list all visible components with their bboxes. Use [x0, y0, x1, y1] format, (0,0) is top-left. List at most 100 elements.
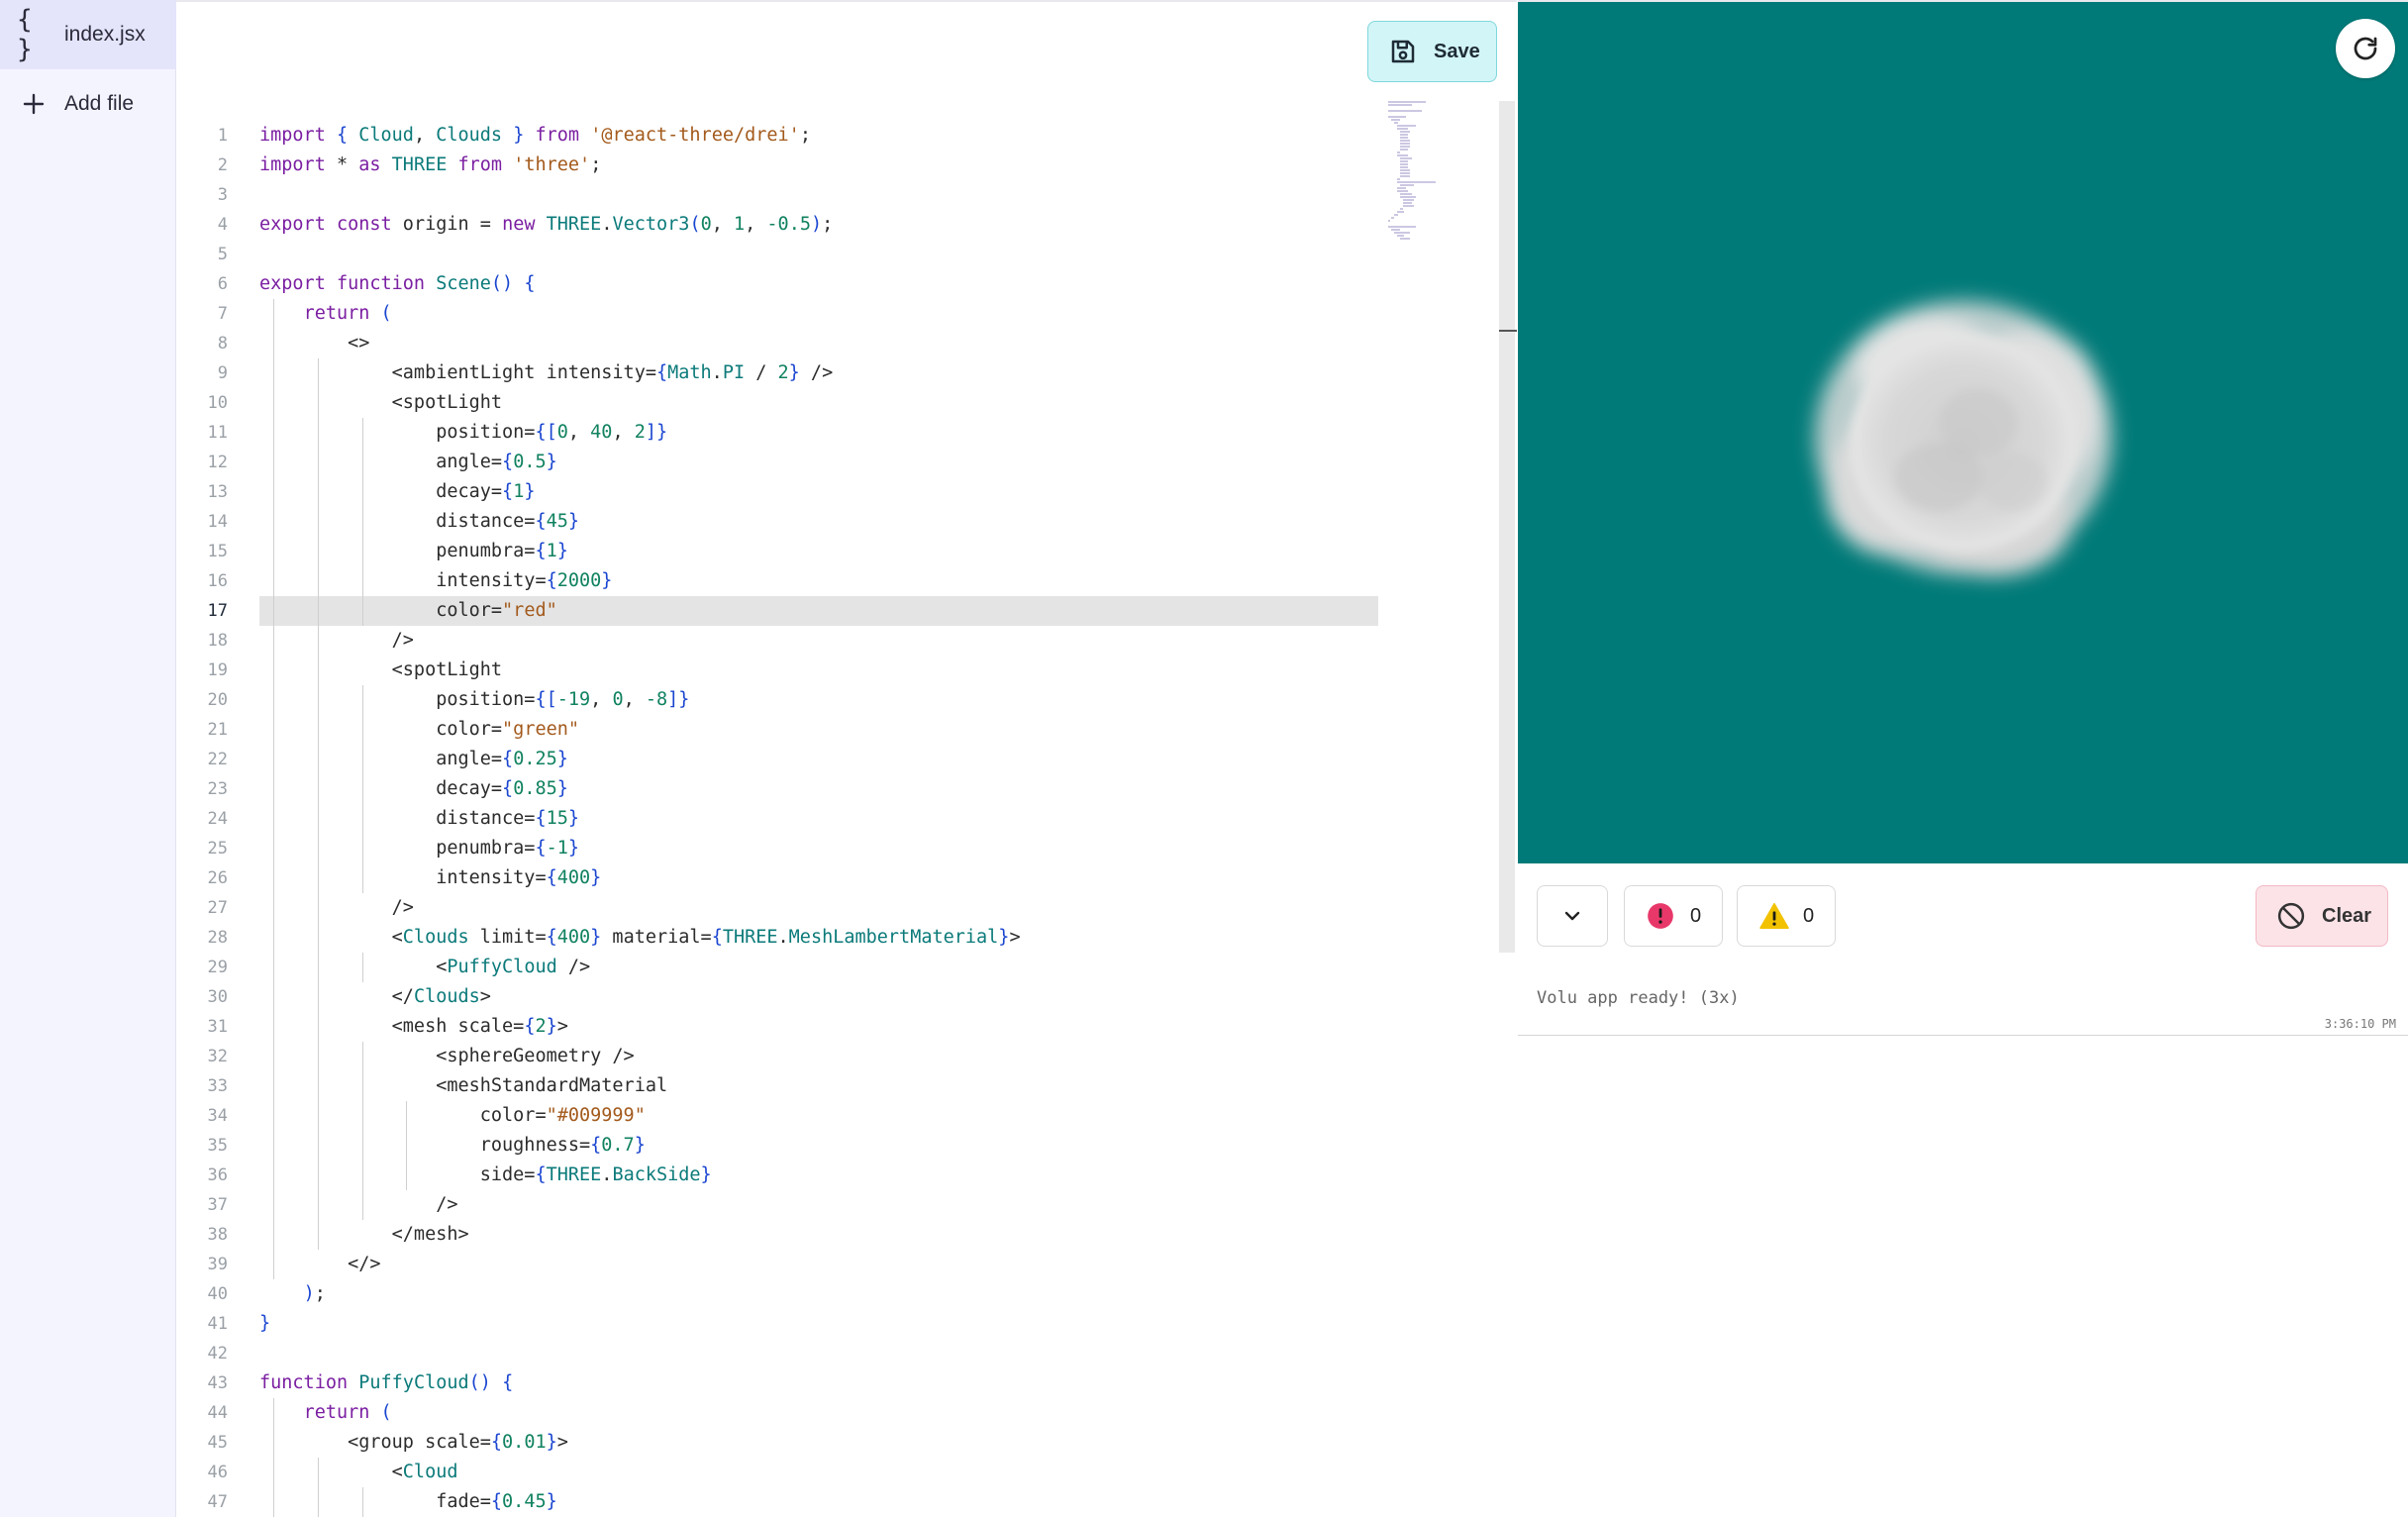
scene-preview[interactable]	[1518, 0, 2408, 863]
line-number: 11	[207, 423, 228, 443]
code-line[interactable]: 11 position={[0, 40, 2]}	[176, 418, 1380, 448]
line-code: intensity={400}	[259, 863, 601, 893]
code-token: penumbra=	[259, 838, 536, 859]
editor-scrollbar[interactable]	[1499, 101, 1515, 953]
code-token: angle=	[259, 452, 503, 472]
code-token: </>	[259, 1254, 381, 1274]
code-line[interactable]: 6 export function Scene() {	[176, 269, 1380, 299]
code-line[interactable]: 40 );	[176, 1279, 1380, 1309]
code-line[interactable]: 13 decay={1}	[176, 477, 1380, 507]
code-line[interactable]: 7 return (	[176, 299, 1380, 329]
code-line[interactable]: 35 roughness={0.7}	[176, 1131, 1380, 1161]
code-line[interactable]: 18 />	[176, 626, 1380, 656]
code-token: }	[546, 1432, 557, 1453]
add-file-button[interactable]: Add file	[0, 69, 176, 139]
code-line[interactable]: 9 <ambientLight intensity={Math.PI / 2} …	[176, 358, 1380, 388]
code-line[interactable]: 45 <group scale={0.01}>	[176, 1428, 1380, 1458]
code-line[interactable]: 26 intensity={400}	[176, 863, 1380, 893]
code-line[interactable]: 32 <sphereGeometry />	[176, 1042, 1380, 1071]
code-token: )	[810, 214, 823, 235]
code-line[interactable]: 10 <spotLight	[176, 388, 1380, 418]
code-line[interactable]: 41}	[176, 1309, 1380, 1339]
code-token: .	[711, 362, 723, 383]
collapse-console-button[interactable]	[1537, 885, 1608, 947]
code-line[interactable]: 3	[176, 180, 1380, 210]
refresh-button[interactable]	[2336, 19, 2395, 78]
code-line[interactable]: 39 </>	[176, 1250, 1380, 1279]
code-line[interactable]: 27 />	[176, 893, 1380, 923]
code-token: side=	[259, 1164, 536, 1185]
code-token: distance=	[259, 511, 536, 532]
code-line[interactable]: 12 angle={0.5}	[176, 448, 1380, 477]
code-line[interactable]: 38 </mesh>	[176, 1220, 1380, 1250]
error-icon	[1648, 903, 1673, 929]
code-line[interactable]: 44 return (	[176, 1398, 1380, 1428]
code-line[interactable]: 28 <Clouds limit={400} material={THREE.M…	[176, 923, 1380, 953]
code-line[interactable]: 33 <meshStandardMaterial	[176, 1071, 1380, 1101]
code-token: 2000	[556, 570, 602, 591]
code-lines[interactable]: 1 import { Cloud, Clouds } from '@react-t…	[176, 121, 1380, 1517]
code-line[interactable]: 20 position={[-19, 0, -8]}	[176, 685, 1380, 715]
code-token: 0	[700, 214, 712, 235]
code-line[interactable]: 24 distance={15}	[176, 804, 1380, 834]
line-number: 7	[217, 304, 228, 324]
line-code: return (	[259, 1398, 392, 1428]
code-token: <	[259, 957, 448, 977]
line-code: export const origin = new THREE.Vector3(…	[259, 210, 833, 240]
file-item-index-jsx[interactable]: { } index.jsx	[0, 0, 176, 69]
code-minimap[interactable]	[1386, 99, 1442, 248]
code-token: intensity=	[259, 867, 547, 888]
code-token: (	[689, 214, 701, 235]
warnings-filter-button[interactable]: 0	[1737, 885, 1836, 947]
code-token: PuffyCloud	[447, 957, 557, 977]
code-line[interactable]: 1 import { Cloud, Clouds } from '@react-t…	[176, 121, 1380, 151]
errors-filter-button[interactable]: 0	[1624, 885, 1723, 947]
code-line[interactable]: 22 angle={0.25}	[176, 745, 1380, 774]
code-line[interactable]: 36 side={THREE.BackSide}	[176, 1161, 1380, 1190]
code-token: ,	[413, 125, 437, 146]
line-code: <spotLight	[259, 656, 502, 685]
code-line[interactable]: 8 <>	[176, 329, 1380, 358]
code-token: 'three'	[513, 154, 591, 175]
code-line[interactable]: 31 <mesh scale={2}>	[176, 1012, 1380, 1042]
code-line[interactable]: 19 <spotLight	[176, 656, 1380, 685]
code-token: </mesh>	[259, 1224, 469, 1245]
code-token: 0	[556, 422, 568, 443]
code-line[interactable]: 2 import * as THREE from 'three';	[176, 151, 1380, 180]
code-line[interactable]: 30 </Clouds>	[176, 982, 1380, 1012]
line-code: <meshStandardMaterial	[259, 1071, 667, 1101]
clear-console-button[interactable]: Clear	[2256, 885, 2388, 947]
code-line[interactable]: 47 fade={0.45}	[176, 1487, 1380, 1517]
code-line[interactable]: 5	[176, 240, 1380, 269]
code-token: Clouds	[436, 125, 503, 146]
code-line[interactable]: 34 color="#009999"	[176, 1101, 1380, 1131]
code-line[interactable]: 21 color="green"	[176, 715, 1380, 745]
file-name-label: index.jsx	[64, 23, 146, 46]
code-line[interactable]: 14 distance={45}	[176, 507, 1380, 537]
code-token: (	[380, 303, 392, 324]
line-number: 45	[207, 1433, 228, 1453]
code-token: as	[358, 154, 381, 175]
code-line[interactable]: 16 intensity={2000}	[176, 566, 1380, 596]
line-number: 30	[207, 987, 228, 1007]
save-button[interactable]: Save	[1367, 21, 1497, 82]
code-line[interactable]: 43 function PuffyCloud() {	[176, 1368, 1380, 1398]
code-line[interactable]: 37 />	[176, 1190, 1380, 1220]
code-line[interactable]: 42	[176, 1339, 1380, 1368]
code-line[interactable]: 15 penumbra={1}	[176, 537, 1380, 566]
code-line[interactable]: 29 <PuffyCloud />	[176, 953, 1380, 982]
code-token: Clouds	[413, 986, 480, 1007]
code-line[interactable]: 17 color="red"	[176, 596, 1380, 626]
code-line[interactable]: 25 penumbra={-1}	[176, 834, 1380, 863]
code-line[interactable]: 46 <Cloud	[176, 1458, 1380, 1487]
code-line[interactable]: 4 export const origin = new THREE.Vector3…	[176, 210, 1380, 240]
code-token: <spotLight	[259, 659, 503, 680]
code-token: '@react-three/drei'	[590, 125, 800, 146]
code-line[interactable]: 23 decay={0.85}	[176, 774, 1380, 804]
line-number: 32	[207, 1047, 228, 1066]
